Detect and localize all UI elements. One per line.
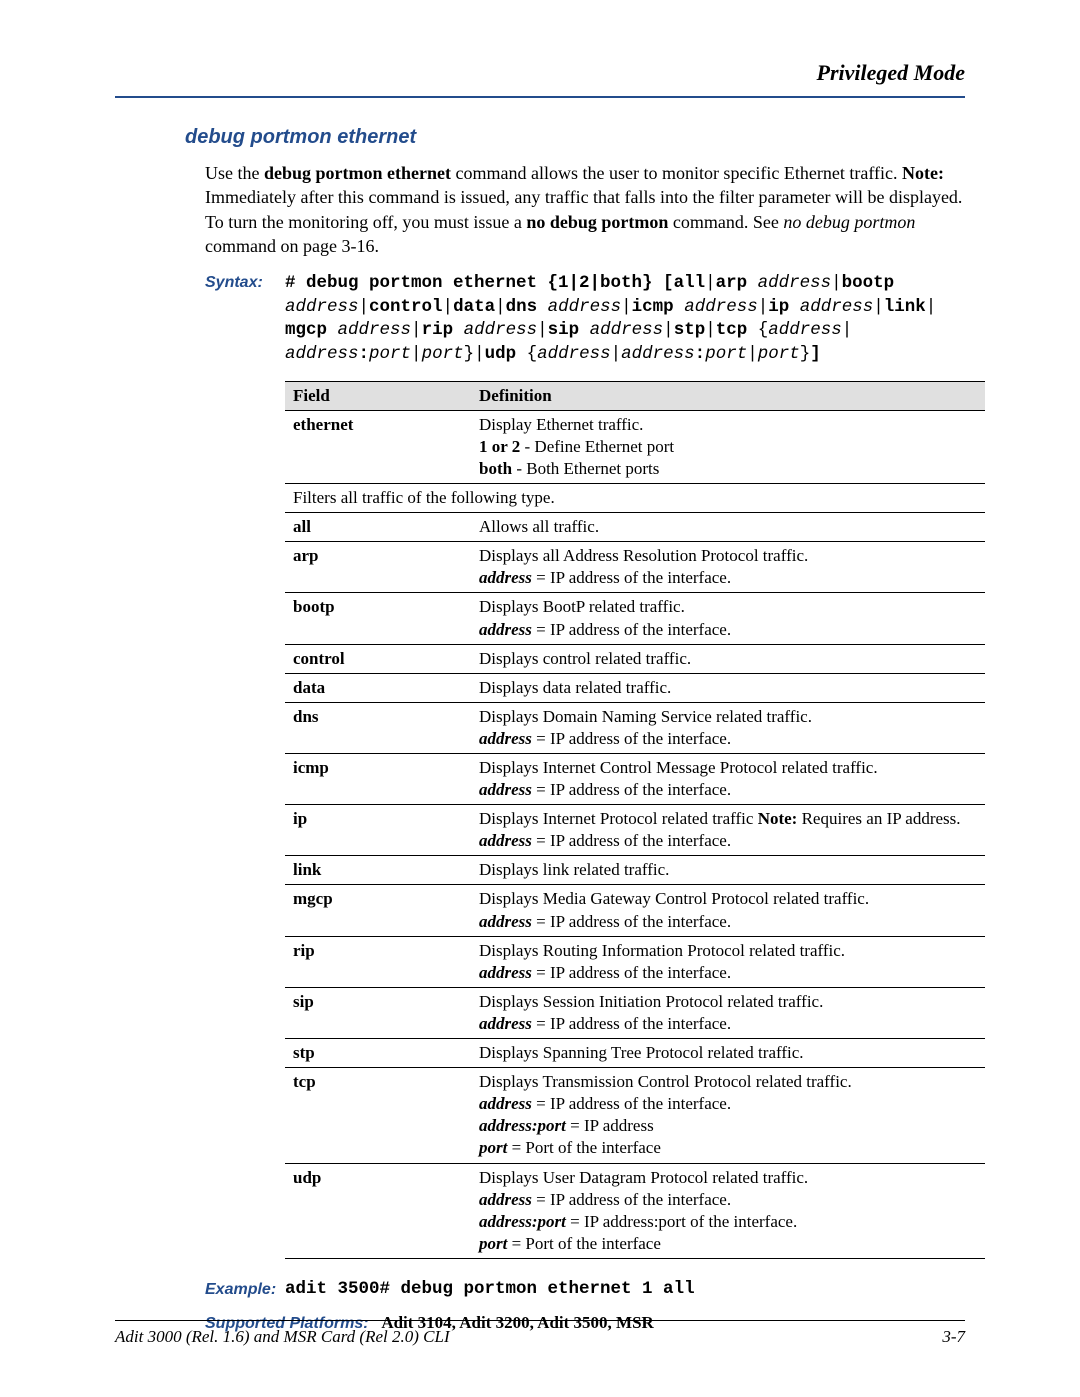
table-row: tcpDisplays Transmission Control Protoco… xyxy=(285,1068,985,1163)
table-definition-cell: Displays Routing Information Protocol re… xyxy=(471,936,985,987)
table-row: dnsDisplays Domain Naming Service relate… xyxy=(285,702,985,753)
table-row: udpDisplays User Datagram Protocol relat… xyxy=(285,1163,985,1258)
table-merged-cell: Filters all traffic of the following typ… xyxy=(285,484,985,513)
field-definition-table: Field Definition ethernetDisplay Etherne… xyxy=(285,381,985,1259)
table-definition-cell: Displays Session Initiation Protocol rel… xyxy=(471,987,985,1038)
table-row: sipDisplays Session Initiation Protocol … xyxy=(285,987,985,1038)
table-definition-cell: Displays Internet Protocol related traff… xyxy=(471,805,985,856)
table-row: icmpDisplays Internet Control Message Pr… xyxy=(285,754,985,805)
table-field-cell: udp xyxy=(285,1163,471,1258)
footer-right: 3-7 xyxy=(942,1327,965,1347)
table-definition-cell: Displays User Datagram Protocol related … xyxy=(471,1163,985,1258)
table-field-cell: control xyxy=(285,644,471,673)
table-field-cell: arp xyxy=(285,542,471,593)
table-row: stpDisplays Spanning Tree Protocol relat… xyxy=(285,1039,985,1068)
page: Privileged Mode debug portmon ethernet U… xyxy=(0,0,1080,1397)
header-rule xyxy=(115,96,965,98)
table-field-cell: dns xyxy=(285,702,471,753)
table-header-definition: Definition xyxy=(471,381,985,410)
table-field-cell: rip xyxy=(285,936,471,987)
field-definition-table-wrap: Field Definition ethernetDisplay Etherne… xyxy=(285,381,965,1259)
example-block: Example: adit 3500# debug portmon ethern… xyxy=(205,1279,965,1299)
footer-left: Adit 3000 (Rel. 1.6) and MSR Card (Rel 2… xyxy=(115,1327,450,1347)
table-definition-cell: Displays Media Gateway Control Protocol … xyxy=(471,885,985,936)
table-row: ipDisplays Internet Protocol related tra… xyxy=(285,805,985,856)
table-row: Filters all traffic of the following typ… xyxy=(285,484,985,513)
table-field-cell: mgcp xyxy=(285,885,471,936)
table-field-cell: data xyxy=(285,673,471,702)
table-field-cell: all xyxy=(285,513,471,542)
table-definition-cell: Displays Transmission Control Protocol r… xyxy=(471,1068,985,1163)
table-definition-cell: Display Ethernet traffic.1 or 2 - Define… xyxy=(471,410,985,483)
table-field-cell: link xyxy=(285,856,471,885)
table-definition-cell: Displays Spanning Tree Protocol related … xyxy=(471,1039,985,1068)
example-label: Example: xyxy=(205,1279,285,1299)
syntax-code: # debug portmon ethernet {1|2|both} [all… xyxy=(285,272,965,367)
table-row: mgcpDisplays Media Gateway Control Proto… xyxy=(285,885,985,936)
page-header-title: Privileged Mode xyxy=(115,60,965,86)
table-row: arpDisplays all Address Resolution Proto… xyxy=(285,542,985,593)
table-row: allAllows all traffic. xyxy=(285,513,985,542)
table-row: linkDisplays link related traffic. xyxy=(285,856,985,885)
table-row: controlDisplays control related traffic. xyxy=(285,644,985,673)
table-header-field: Field xyxy=(285,381,471,410)
table-field-cell: bootp xyxy=(285,593,471,644)
section-title: debug portmon ethernet xyxy=(185,126,965,149)
table-definition-cell: Displays all Address Resolution Protocol… xyxy=(471,542,985,593)
table-field-cell: icmp xyxy=(285,754,471,805)
table-definition-cell: Allows all traffic. xyxy=(471,513,985,542)
table-definition-cell: Displays BootP related traffic.address =… xyxy=(471,593,985,644)
table-row: bootpDisplays BootP related traffic.addr… xyxy=(285,593,985,644)
table-field-cell: sip xyxy=(285,987,471,1038)
table-definition-cell: Displays Domain Naming Service related t… xyxy=(471,702,985,753)
table-field-cell: ip xyxy=(285,805,471,856)
table-definition-cell: Displays Internet Control Message Protoc… xyxy=(471,754,985,805)
example-code: adit 3500# debug portmon ethernet 1 all xyxy=(285,1279,965,1299)
table-row: ripDisplays Routing Information Protocol… xyxy=(285,936,985,987)
table-field-cell: tcp xyxy=(285,1068,471,1163)
table-definition-cell: Displays control related traffic. xyxy=(471,644,985,673)
footer: Adit 3000 (Rel. 1.6) and MSR Card (Rel 2… xyxy=(115,1320,965,1347)
table-row: ethernetDisplay Ethernet traffic.1 or 2 … xyxy=(285,410,985,483)
table-field-cell: stp xyxy=(285,1039,471,1068)
table-field-cell: ethernet xyxy=(285,410,471,483)
table-definition-cell: Displays link related traffic. xyxy=(471,856,985,885)
intro-paragraph: Use the debug portmon ethernet command a… xyxy=(205,161,965,258)
table-definition-cell: Displays data related traffic. xyxy=(471,673,985,702)
table-row: dataDisplays data related traffic. xyxy=(285,673,985,702)
syntax-block: Syntax: # debug portmon ethernet {1|2|bo… xyxy=(205,272,965,367)
syntax-label: Syntax: xyxy=(205,272,285,292)
